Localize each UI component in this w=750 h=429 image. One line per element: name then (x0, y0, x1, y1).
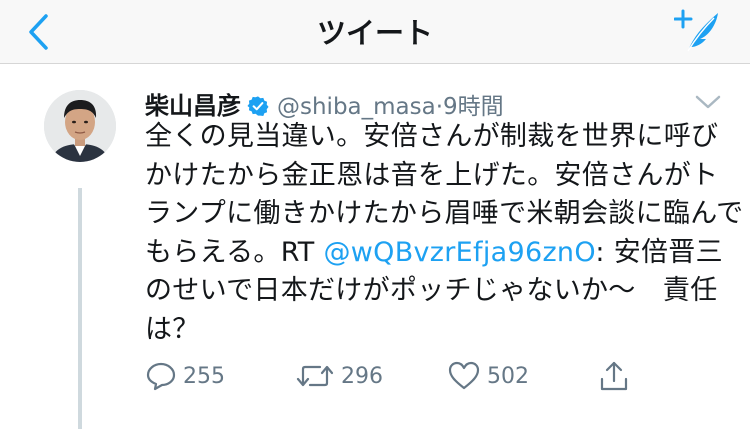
like-button[interactable]: 502 (447, 356, 529, 396)
tweet-header: 柴山昌彦 @shiba_masa·9時間 (145, 86, 504, 120)
tweet-text: 全くの見当違い。安倍さんが制裁を世界に呼びかけたから金正恩は音を上げた。安倍さん… (145, 118, 745, 349)
share-button[interactable] (597, 356, 631, 396)
tweet-timestamp[interactable]: 9時間 (443, 94, 504, 120)
mention-link[interactable]: @wQBvzrEfja96znO (323, 237, 595, 268)
compose-tweet-icon[interactable] (674, 8, 722, 54)
avatar[interactable] (44, 90, 116, 162)
author-name[interactable]: 柴山昌彦 (145, 92, 241, 120)
page-title: ツイート (316, 16, 433, 50)
author-handle[interactable]: @shiba_masa (277, 94, 436, 120)
chevron-down-icon[interactable] (692, 92, 724, 112)
header-divider (0, 63, 750, 64)
reply-icon (146, 362, 176, 391)
reply-button[interactable]: 255 (145, 356, 225, 396)
heart-icon (448, 361, 480, 390)
retweet-icon (296, 365, 334, 387)
profile-photo (44, 90, 116, 162)
reply-count: 255 (183, 363, 225, 389)
navigation-bar: ツイート (0, 0, 750, 64)
share-icon (600, 361, 628, 391)
tweet-actions: 255 296 502 (145, 356, 745, 396)
like-count: 502 (487, 363, 529, 389)
retweet-count: 296 (341, 363, 383, 389)
thread-line (78, 188, 82, 429)
meta-separator: · (435, 94, 444, 120)
retweet-button[interactable]: 296 (295, 356, 383, 396)
verified-badge-icon (247, 96, 269, 116)
